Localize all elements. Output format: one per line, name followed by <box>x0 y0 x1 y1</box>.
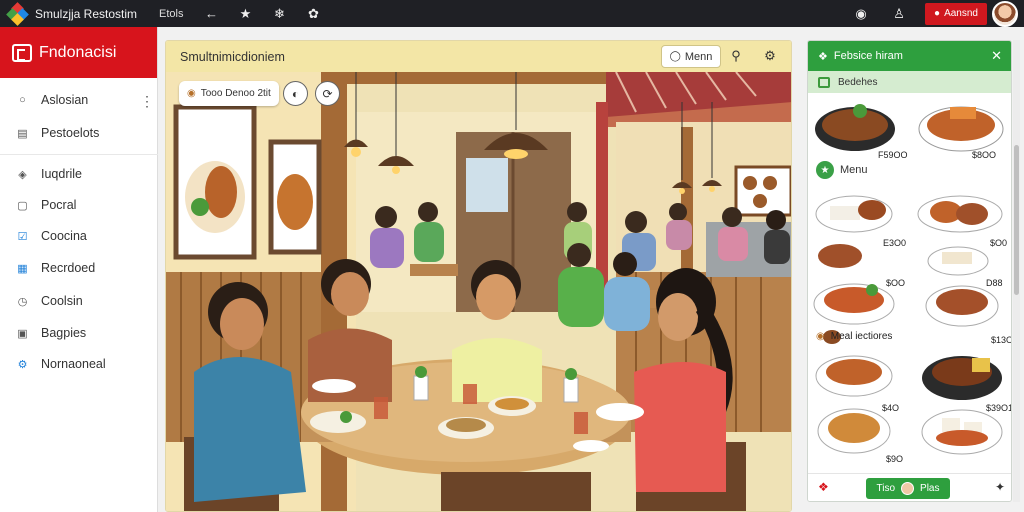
menu-icon: ◯ <box>669 51 681 62</box>
dish-price: E3O0 <box>883 238 907 248</box>
avatar[interactable] <box>992 0 1018 27</box>
divider <box>0 154 158 155</box>
dish-toggle-button[interactable]: ◐ <box>283 81 308 106</box>
gamepad-icon[interactable]: ✿ <box>304 4 324 24</box>
checkbox-icon: ☑ <box>17 230 28 243</box>
sidebar-item-iuqdrile[interactable]: ◈ Iuqdrile <box>16 167 82 181</box>
sidebar-item-label: Iuqdrile <box>41 167 82 181</box>
more-options-icon[interactable]: ⋮ <box>140 93 154 110</box>
pin-icon[interactable]: ✦ <box>995 480 1005 494</box>
app-title: Smulzjja Restostim <box>35 6 138 21</box>
dish-price: F59OO <box>878 150 908 160</box>
scene-info-chip[interactable]: ◉ Tooo Denoo 2tit <box>179 81 279 106</box>
circle-outline-icon: ○ <box>19 94 26 106</box>
calendar-icon: ▦ <box>17 262 28 275</box>
sidebar-header[interactable]: Fndonacisi <box>0 27 157 78</box>
user-icon[interactable]: ♙ <box>889 4 909 24</box>
sidebar-item-coocina[interactable]: ☑ Coocina <box>16 229 87 243</box>
puzzle-icon[interactable]: ❄ <box>270 4 290 24</box>
dish-grid[interactable] <box>812 186 1008 471</box>
sidebar-header-title: Fndonacisi <box>39 43 117 61</box>
order-button[interactable]: Tiso Plas <box>866 478 950 499</box>
restaurant-scene[interactable]: ◉ Tooo Denoo 2tit ◐ ⟳ <box>166 71 791 511</box>
order-button-action: Plas <box>920 483 940 494</box>
gear-icon[interactable]: ⚙ <box>761 47 779 65</box>
app-logo-icon <box>6 1 29 26</box>
search-icon[interactable]: ⚲ <box>727 47 745 65</box>
account-button-label: Aansnd <box>944 8 978 19</box>
leaf-icon: ❖ <box>818 50 828 63</box>
bowl-icon: ◉ <box>187 88 196 99</box>
menu-panel-header: ❖ Febsice hiram ✕ <box>808 41 1011 71</box>
dish-price: $13O <box>991 335 1012 345</box>
menu-section-header[interactable]: ★ Menu <box>816 161 868 179</box>
dish-icon: ◐ <box>291 86 300 101</box>
meal-section-label: Meal iectiores <box>830 331 893 342</box>
sidebar-item-label: Bagpies <box>41 326 87 340</box>
dish-price: $39O1 <box>986 403 1012 413</box>
meal-section-header[interactable]: ◉ Meal iectiores <box>816 331 892 342</box>
menu-icon: ★ <box>816 161 834 179</box>
top-bar: Smulzjja Restostim Etols ← ★ ❄ ✿ ◉ ♙ ● A… <box>0 0 1024 27</box>
heart-icon[interactable]: ❖ <box>818 480 829 494</box>
dish-price: $8OO <box>972 150 997 160</box>
menu-panel-subtitle: Bedehes <box>838 76 878 88</box>
back-arrow-icon[interactable]: ← <box>202 4 222 24</box>
dish-icon: ◈ <box>18 168 27 181</box>
sidebar-item-label: Recrdoed <box>41 261 96 275</box>
refresh-icon: ⟳ <box>322 86 333 101</box>
location-pin-icon[interactable]: ◉ <box>851 4 871 24</box>
dish-price: D88 <box>986 278 1003 288</box>
dish-price: $O0 <box>990 238 1008 248</box>
sidebar-item-bagpies[interactable]: ▣ Bagpies <box>16 326 86 340</box>
scrollbar-thumb[interactable] <box>1014 145 1019 295</box>
bell-icon: ● <box>934 8 941 19</box>
sidebar: Fndonacisi ⋮ ○ Aslosian ▤ Pestoelots ◈ Iuqd… <box>0 27 158 512</box>
close-icon[interactable]: ✕ <box>991 48 1002 64</box>
restaurant-icon <box>12 43 32 62</box>
account-button[interactable]: ● Aansnd <box>925 2 987 25</box>
menu-button-label: Menn <box>684 50 713 63</box>
sidebar-item-pocral[interactable]: ▢ Pocral <box>16 198 76 212</box>
sidebar-item-recrdoed[interactable]: ▦ Recrdoed <box>16 261 95 275</box>
note-icon: ▣ <box>17 327 28 340</box>
refresh-button[interactable]: ⟳ <box>315 81 340 106</box>
sidebar-item-label: Pocral <box>41 198 77 212</box>
page-title: Smultnimicdioniem <box>180 49 285 64</box>
sidebar-item-label: Coolsin <box>41 294 83 308</box>
menu-panel: ❖ Febsice hiram ✕ Bedehes F59OO $8OO ★ M… <box>807 40 1012 502</box>
list-icon: ▤ <box>17 127 28 140</box>
dish-price: $4O <box>882 403 900 413</box>
toolbar-text[interactable]: Etols <box>159 8 183 20</box>
restaurant-illustration <box>166 71 791 511</box>
square-icon <box>818 76 830 88</box>
document-icon: ▢ <box>17 199 28 212</box>
clock-icon: ◷ <box>17 295 28 308</box>
settings-icon: ⚙ <box>17 358 28 371</box>
sidebar-item-label: Aslosian <box>41 93 89 107</box>
star-icon[interactable]: ★ <box>236 4 256 24</box>
sidebar-item-label: Coocina <box>41 229 87 243</box>
menu-panel-subheader: Bedehes <box>808 71 1011 93</box>
sidebar-item-pestoelots[interactable]: ▤ Pestoelots <box>16 126 99 140</box>
menu-section-label: Menu <box>840 164 868 176</box>
scene-info-chip-label: Tooo Denoo 2tit <box>200 88 271 99</box>
main-header: Smultnimicdioniem ◯ Menn ⚲ ⚙ <box>166 41 791 72</box>
main-panel: Smultnimicdioniem ◯ Menn ⚲ ⚙ ◉ Tooo Deno… <box>165 40 792 512</box>
order-button-label: Tiso <box>876 483 896 494</box>
menu-panel-title: Febsice hiram <box>833 50 903 62</box>
sidebar-item-aslosian[interactable]: ○ Aslosian <box>16 93 88 107</box>
sidebar-item-label: Pestoelots <box>41 126 100 140</box>
sidebar-item-label: Nornaoneal <box>41 357 106 371</box>
sidebar-item-nornaoneal[interactable]: ⚙ Nornaoneal <box>16 357 106 371</box>
dish-price: $OO <box>886 278 906 288</box>
meal-icon: ◉ <box>816 331 825 342</box>
menu-panel-footer: ❖ Tiso Plas ✦ <box>808 473 1011 501</box>
waiter-avatar-icon <box>901 482 915 495</box>
menu-button[interactable]: ◯ Menn <box>661 45 721 68</box>
sidebar-item-coolsin[interactable]: ◷ Coolsin <box>16 294 83 308</box>
dish-price: $9O <box>886 454 904 464</box>
